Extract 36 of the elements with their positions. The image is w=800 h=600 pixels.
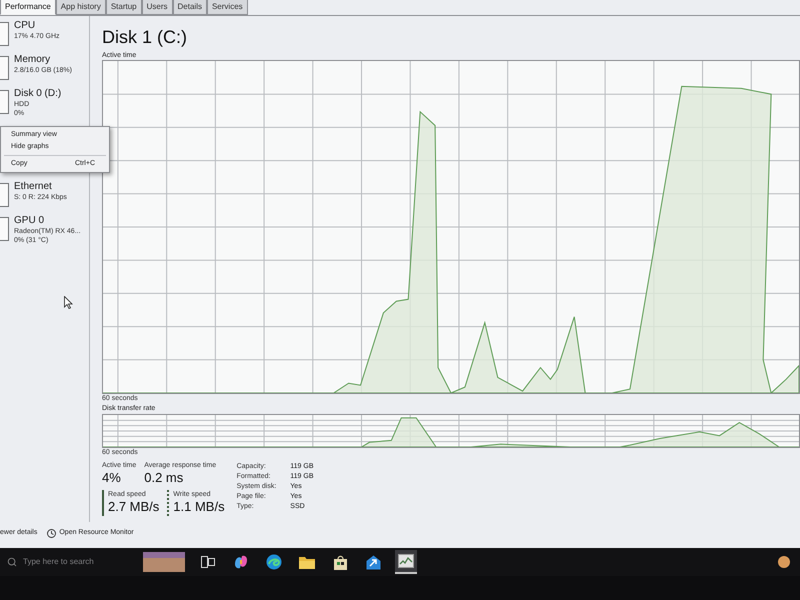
disk-title: Disk 1 (C:) [102, 26, 188, 48]
tab[interactable]: Services [206, 0, 248, 15]
mouse-pointer-icon [64, 296, 73, 309]
browser-swirl-icon[interactable] [266, 554, 282, 570]
stat-value: 1.1 MB/s [173, 499, 225, 515]
arrow-app-icon[interactable] [366, 554, 380, 570]
task-view-icon[interactable] [201, 556, 215, 568]
mini-graph-thumbnail [0, 217, 9, 241]
solid-line-icon [102, 490, 104, 516]
ribbon-icon[interactable] [233, 554, 249, 570]
tab[interactable]: Performance [0, 0, 56, 15]
device-name: GPU 0 [14, 215, 46, 227]
device-name: Ethernet [14, 181, 53, 193]
stat-value: 4% [102, 470, 122, 486]
stat-value: 0.2 ms [144, 470, 184, 486]
dotted-line-icon [167, 490, 170, 516]
tab[interactable]: Startup [106, 0, 142, 15]
bag-icon[interactable] [332, 554, 348, 570]
stat-value: 2.7 MB/s [108, 499, 160, 515]
mini-graph-thumbnail [0, 22, 9, 46]
device-name: Disk 0 (D:) [14, 88, 62, 100]
tab[interactable]: App history [56, 0, 106, 15]
sun-icon [778, 556, 790, 568]
tab[interactable]: Users [142, 0, 173, 15]
mini-graph-thumbnail [0, 183, 9, 207]
search-icon [7, 557, 17, 567]
device-name: Memory [14, 54, 52, 66]
clock-icon [47, 528, 56, 538]
search-field[interactable]: Type here to search [23, 557, 94, 567]
mini-graph-thumbnail [0, 56, 9, 80]
active-app-button[interactable] [395, 550, 417, 574]
folder-icon[interactable] [299, 556, 315, 568]
tab[interactable]: Details [172, 0, 207, 15]
device-name: CPU [14, 20, 36, 32]
mini-graph-thumbnail [0, 90, 9, 114]
chart-window-icon[interactable] [398, 554, 414, 568]
